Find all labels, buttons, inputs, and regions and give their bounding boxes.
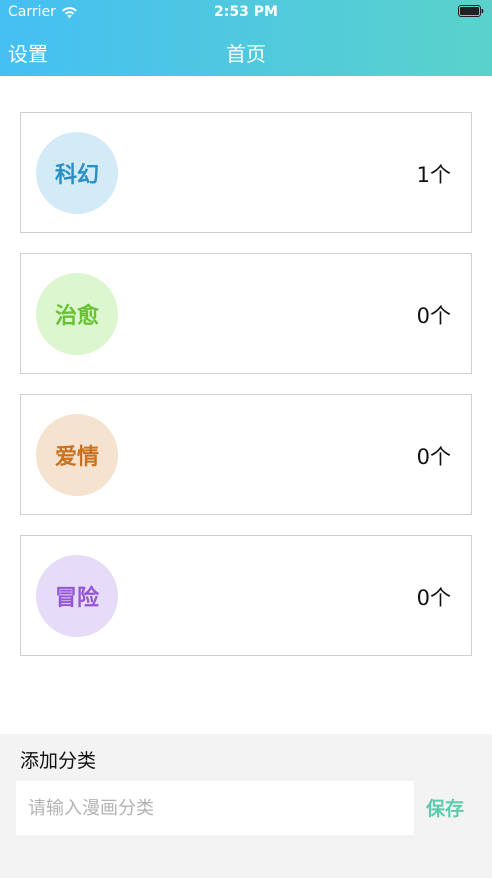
category-badge: 爱情 bbox=[36, 414, 118, 496]
category-name: 科幻 bbox=[54, 163, 99, 188]
battery-icon bbox=[458, 5, 484, 17]
page-title: 首页 bbox=[226, 42, 266, 66]
category-name-input[interactable] bbox=[16, 781, 414, 835]
category-count: 0个 bbox=[416, 304, 451, 328]
category-list: 科幻 1个 治愈 0个 爱情 0个 冒险 0个 bbox=[20, 112, 472, 676]
category-badge: 冒险 bbox=[36, 555, 118, 637]
category-name: 冒险 bbox=[54, 586, 99, 611]
category-badge: 科幻 bbox=[36, 132, 118, 214]
save-button[interactable]: 保存 bbox=[426, 794, 464, 821]
category-count: 0个 bbox=[416, 445, 451, 469]
category-card-healing[interactable]: 治愈 0个 bbox=[20, 253, 472, 374]
status-time: 2:53 PM bbox=[214, 4, 278, 20]
add-category-panel: 添加分类 保存 bbox=[0, 734, 492, 878]
add-category-label: 添加分类 bbox=[20, 750, 97, 772]
status-bar: Carrier 2:53 PM bbox=[0, 0, 492, 24]
category-card-romance[interactable]: 爱情 0个 bbox=[20, 394, 472, 515]
category-count: 0个 bbox=[416, 586, 451, 610]
category-card-scifi[interactable]: 科幻 1个 bbox=[20, 112, 472, 233]
header-bar: Carrier 2:53 PM 设置 首页 bbox=[0, 0, 492, 76]
navigation-bar: 设置 首页 bbox=[0, 26, 492, 76]
category-badge: 治愈 bbox=[36, 273, 118, 355]
category-name: 治愈 bbox=[54, 304, 99, 329]
category-count: 1个 bbox=[416, 163, 451, 187]
category-card-adventure[interactable]: 冒险 0个 bbox=[20, 535, 472, 656]
category-name: 爱情 bbox=[54, 445, 99, 470]
